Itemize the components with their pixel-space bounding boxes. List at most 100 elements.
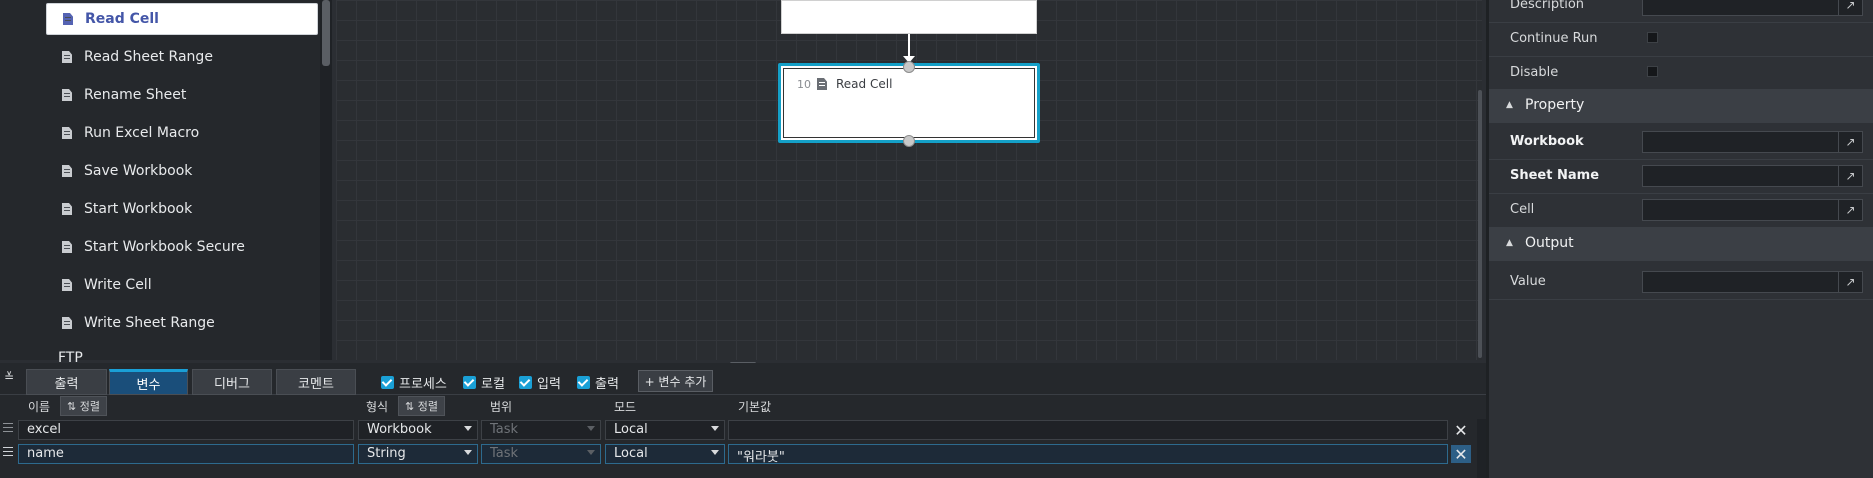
divider [1489,299,1873,300]
expand-editor-icon[interactable]: ↗ [1839,131,1863,153]
variable-mode-select[interactable]: Local [605,420,725,440]
chevron-down-icon[interactable] [711,450,719,455]
node-input-port[interactable] [903,61,915,73]
excel-doc-icon [62,317,72,329]
activity-scrollbar-thumb[interactable] [322,0,330,66]
activity-item-write-sheet-range[interactable]: Write Sheet Range [46,307,318,339]
excel-doc-icon [62,51,72,63]
drag-handle-icon[interactable] [3,423,13,435]
tab-debug[interactable]: 디버그 [192,369,272,395]
variable-default-input[interactable]: "워라붓" [728,444,1448,464]
chevron-down-icon[interactable] [711,426,719,431]
tab-variables[interactable]: 변수 [109,369,188,395]
delete-variable-icon[interactable]: ✕ [1451,445,1471,464]
chevron-down-icon [587,426,595,431]
variables-scrollbar[interactable] [1477,419,1486,478]
prop-row-sheet-name: Sheet Name ↗ [1489,159,1873,193]
activity-item-read-sheet-range[interactable]: Read Sheet Range [46,41,318,73]
bottom-panel: ≚ 출력 변수 디버그 코멘트 프로세스 로컬 입력 출력 + 변수 추가 이름… [0,363,1486,478]
workflow-node-previous[interactable] [781,0,1037,34]
chevron-down-icon[interactable] [464,426,472,431]
activity-item-start-workbook-secure[interactable]: Start Workbook Secure [46,231,318,263]
variable-default-input[interactable] [728,420,1448,440]
workbook-input[interactable] [1642,131,1839,153]
activity-item-save-workbook[interactable]: Save Workbook [46,155,318,187]
workflow-node-read-cell[interactable]: 10 Read Cell [778,63,1040,143]
tab-output[interactable]: 출력 [26,369,107,395]
activity-item-label: Start Workbook Secure [84,239,245,255]
disable-checkbox[interactable] [1647,66,1658,77]
drag-handle-icon[interactable] [3,447,13,459]
cell-input[interactable] [1642,199,1839,221]
canvas-scrollbar[interactable] [1478,90,1482,358]
filter-input[interactable]: 입력 [519,373,561,392]
activity-item-run-excel-macro[interactable]: Run Excel Macro [46,117,318,149]
expand-editor-icon[interactable]: ↗ [1839,165,1863,187]
filter-process[interactable]: 프로세스 [381,373,447,392]
activity-item-rename-sheet[interactable]: Rename Sheet [46,79,318,111]
excel-doc-icon [817,78,827,90]
activity-item-write-cell[interactable]: Write Cell [46,269,318,301]
sheet-name-input[interactable] [1642,165,1839,187]
filter-output[interactable]: 출력 [577,373,619,392]
prop-row-continue-run: Continue Run [1489,22,1873,56]
activity-item-read-cell[interactable]: Read Cell [46,3,318,35]
checkbox-checked-icon[interactable] [381,376,394,389]
workbook-label: Workbook [1510,134,1584,149]
tab-comment[interactable]: 코멘트 [276,369,356,395]
disable-label: Disable [1510,65,1559,80]
checkbox-checked-icon[interactable] [577,376,590,389]
description-label: Description [1510,0,1585,12]
activity-item-label: Read Sheet Range [84,49,213,65]
variable-mode-select[interactable]: Local [605,444,725,464]
node-output-port[interactable] [903,135,915,147]
activity-item-label: Write Sheet Range [84,315,215,331]
filter-label: 로컬 [481,377,505,392]
prop-row-cell: Cell ↗ [1489,193,1873,227]
prop-row-description: Description ↗ [1489,0,1873,22]
checkbox-checked-icon[interactable] [463,376,476,389]
expand-editor-icon[interactable]: ↗ [1839,199,1863,221]
activity-item-label: Run Excel Macro [84,125,200,141]
continue-run-checkbox[interactable] [1647,32,1658,43]
section-title: Output [1525,235,1574,251]
activity-item-start-workbook[interactable]: Start Workbook [46,193,318,225]
sort-name-button[interactable]: ⇅ 정렬 [60,396,107,416]
column-scope-header: 범위 [490,400,513,414]
variable-name-input[interactable]: excel [18,420,354,440]
prop-row-disable: Disable [1489,56,1873,90]
delete-variable-icon[interactable]: ✕ [1451,421,1471,440]
column-mode-header: 모드 [614,400,637,414]
variables-header: 이름 ⇅ 정렬 형식 ⇅ 정렬 범위 모드 기본값 [0,395,1486,417]
collapse-chevron-icon[interactable]: ≚ [4,370,14,384]
expand-editor-icon[interactable]: ↗ [1839,271,1863,293]
expand-editor-icon[interactable]: ↗ [1839,0,1863,16]
section-header-output[interactable]: ▲ Output [1489,227,1873,261]
chevron-down-icon[interactable] [464,450,472,455]
column-default-header: 기본값 [738,400,772,414]
sort-type-button[interactable]: ⇅ 정렬 [398,396,445,416]
collapse-triangle-icon: ▲ [1506,100,1513,110]
excel-doc-icon [62,279,72,291]
variable-scope-select: Task [481,420,601,440]
filter-local[interactable]: 로컬 [463,373,505,392]
checkbox-checked-icon[interactable] [519,376,532,389]
node-body: 10 Read Cell [783,68,1035,138]
activity-item-label: Write Cell [84,277,152,293]
section-header-property[interactable]: ▲ Property [1489,89,1873,123]
activity-panel: Read Cell Read Sheet Range Rename Sheet … [0,0,322,366]
variable-type-select[interactable]: String [358,444,478,464]
description-input[interactable] [1642,0,1839,16]
variable-type-select[interactable]: Workbook [358,420,478,440]
activity-item-label: Save Workbook [84,163,193,179]
variable-row[interactable]: excel Workbook Task Local ✕ [0,419,1476,441]
variable-name-input[interactable]: name [18,444,354,464]
collapse-triangle-icon: ▲ [1506,238,1513,248]
add-variable-button[interactable]: + 변수 추가 [638,370,713,392]
excel-doc-icon [63,13,73,25]
excel-doc-icon [62,165,72,177]
properties-panel: Description ↗ Continue Run Disable ▲ Pro… [1486,0,1873,478]
variable-row[interactable]: name String Task Local "워라붓" ✕ [0,443,1476,465]
value-input[interactable] [1642,271,1839,293]
column-name-header: 이름 [28,400,51,414]
